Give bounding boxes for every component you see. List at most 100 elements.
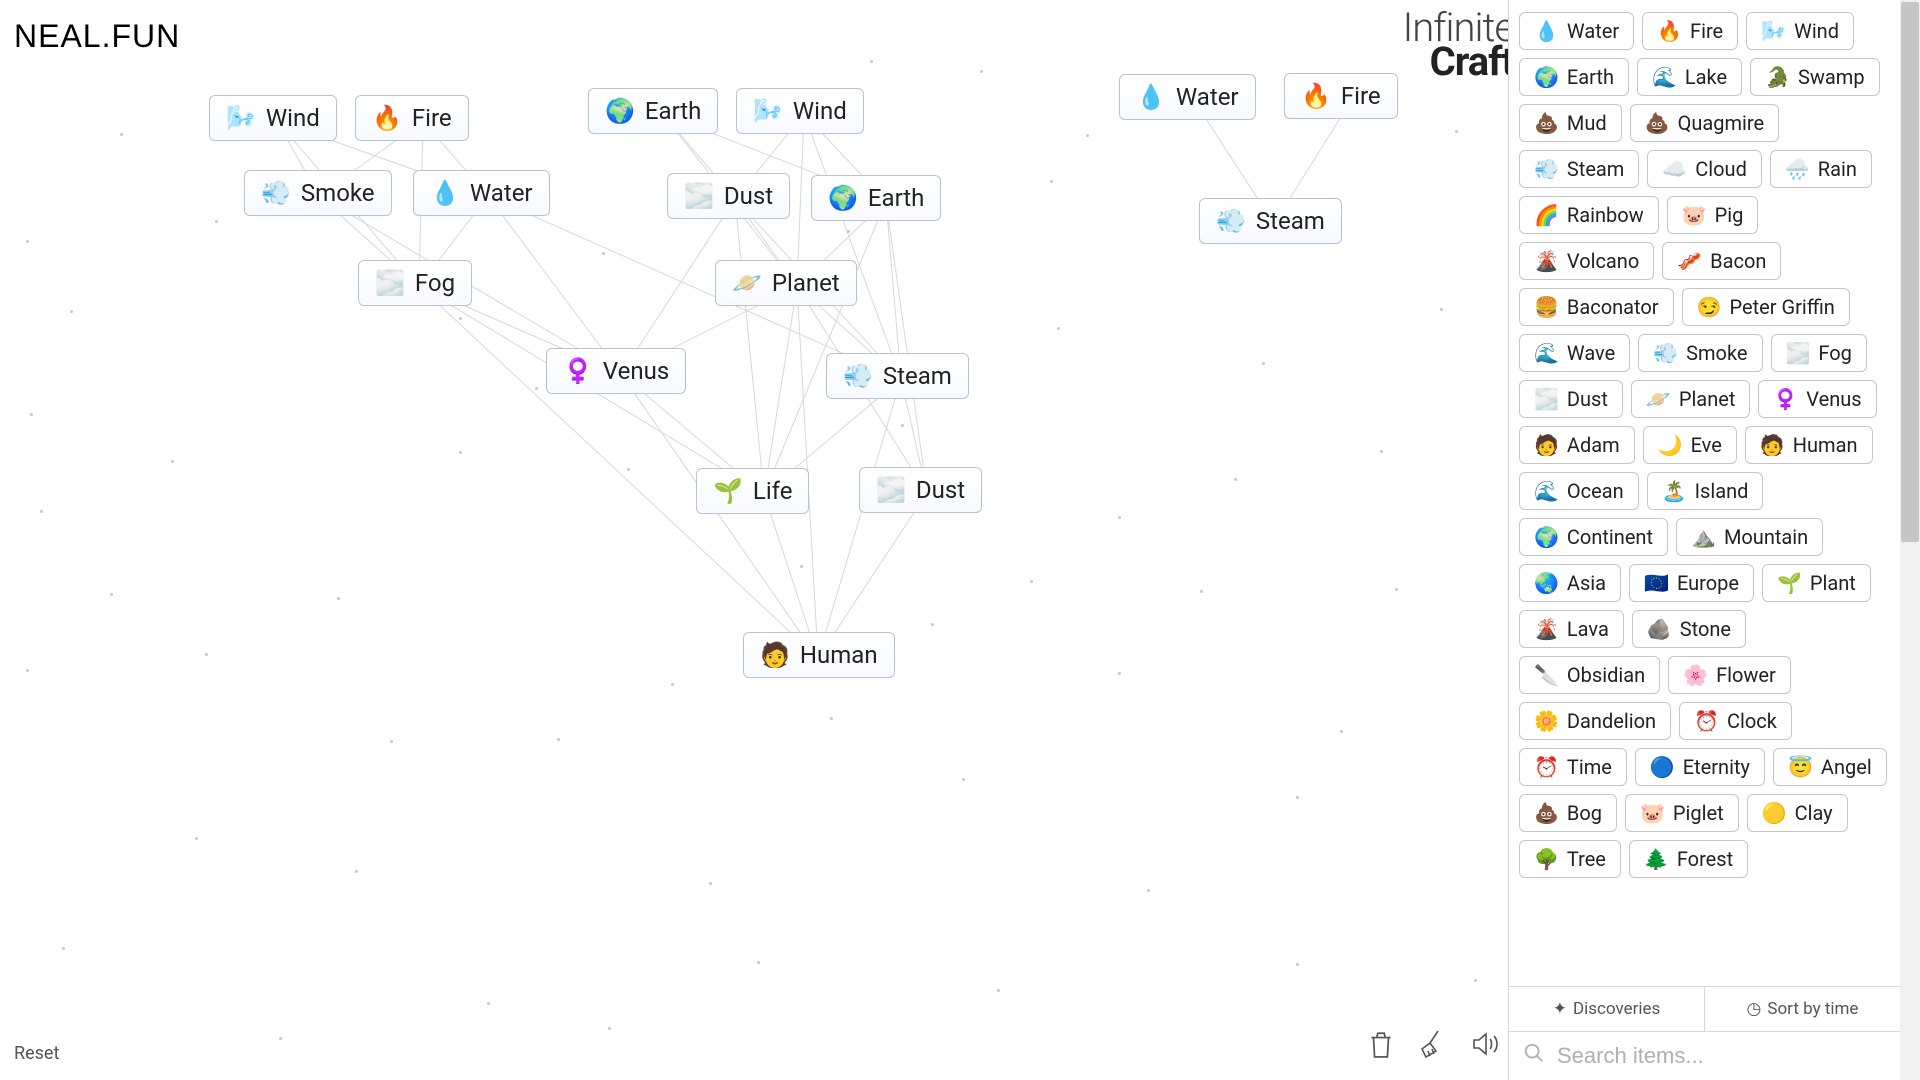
canvas-node-life[interactable]: 🌱Life: [696, 468, 809, 514]
inventory-item-cloud[interactable]: ☁️Cloud: [1647, 150, 1762, 188]
inventory-item-forest[interactable]: 🌲Forest: [1629, 840, 1748, 878]
toolbar: [1368, 1029, 1500, 1066]
inventory-item-quagmire[interactable]: 💩Quagmire: [1630, 104, 1779, 142]
background-dot: [171, 460, 174, 463]
canvas-node-wind[interactable]: 🌬️Wind: [736, 88, 864, 134]
inventory-item-plant[interactable]: 🌱Plant: [1762, 564, 1871, 602]
item-label: Forest: [1677, 847, 1733, 871]
inventory-item-human[interactable]: 🧑Human: [1745, 426, 1873, 464]
node-label: Dust: [916, 476, 965, 504]
item-label: Fog: [1818, 341, 1852, 365]
inventory-item-pig[interactable]: 🐷Pig: [1667, 196, 1759, 234]
inventory-item-bacon[interactable]: 🥓Bacon: [1662, 242, 1781, 280]
background-dot: [26, 240, 29, 243]
item-label: Obsidian: [1567, 663, 1645, 687]
reset-button[interactable]: Reset: [14, 1043, 59, 1064]
inventory-item-adam[interactable]: 🧑Adam: [1519, 426, 1635, 464]
canvas-node-dust[interactable]: 🌫️Dust: [667, 173, 790, 219]
site-logo[interactable]: NEAL.FUN: [14, 18, 180, 55]
background-dot: [608, 1027, 611, 1030]
node-label: Wind: [793, 97, 847, 125]
canvas-node-fire[interactable]: 🔥Fire: [1284, 73, 1398, 119]
inventory-item-dust[interactable]: 🌫️Dust: [1519, 380, 1623, 418]
inventory-item-dandelion[interactable]: 🌼Dandelion: [1519, 702, 1671, 740]
inventory-item-time[interactable]: ⏰Time: [1519, 748, 1627, 786]
sound-icon[interactable]: [1470, 1030, 1500, 1065]
inventory-item-island[interactable]: 🏝️Island: [1647, 472, 1764, 510]
background-dot: [337, 597, 340, 600]
canvas-node-human[interactable]: 🧑Human: [743, 632, 895, 678]
inventory-item-angel[interactable]: 😇Angel: [1773, 748, 1887, 786]
page-scrollbar-thumb[interactable]: [1901, 2, 1919, 542]
item-label: Dandelion: [1567, 709, 1656, 733]
inventory-item-eve[interactable]: 🌙Eve: [1643, 426, 1737, 464]
search-input[interactable]: [1555, 1042, 1886, 1070]
inventory-item-clay[interactable]: 🟡Clay: [1747, 794, 1848, 832]
inventory-item-rain[interactable]: 🌧️Rain: [1770, 150, 1872, 188]
page-scrollbar-track[interactable]: [1900, 0, 1920, 1080]
broom-icon[interactable]: [1418, 1029, 1446, 1066]
inventory-item-continent[interactable]: 🌍Continent: [1519, 518, 1668, 556]
canvas-node-earth[interactable]: 🌍Earth: [588, 88, 718, 134]
item-label: Eve: [1691, 433, 1722, 457]
inventory-item-bog[interactable]: 💩Bog: [1519, 794, 1617, 832]
item-label: Clock: [1727, 709, 1777, 733]
canvas-node-dust[interactable]: 🌫️Dust: [859, 467, 982, 513]
inventory-item-earth[interactable]: 🌍Earth: [1519, 58, 1629, 96]
sort-by-time-button[interactable]: ◷ Sort by time: [1704, 987, 1900, 1031]
inventory-item-eternity[interactable]: 🔵Eternity: [1635, 748, 1765, 786]
inventory-item-wind[interactable]: 🌬️Wind: [1746, 12, 1854, 50]
canvas-node-earth[interactable]: 🌍Earth: [811, 175, 941, 221]
canvas-node-fire[interactable]: 🔥Fire: [355, 95, 469, 141]
inventory-item-fog[interactable]: 🌫️Fog: [1771, 334, 1867, 372]
canvas-node-smoke[interactable]: 💨Smoke: [244, 170, 392, 216]
crafting-canvas[interactable]: 🌬️Wind 🔥Fire 💨Smoke 💧Water 🌫️Fog 🌍Earth 🌬️Wind…: [0, 0, 1508, 1080]
inventory-panel[interactable]: 💧Water🔥Fire🌬️Wind 🌍Earth🌊Lake🐊Swamp 💩Mud💩Q…: [1509, 0, 1900, 986]
background-dot: [459, 451, 462, 454]
inventory-item-volcano[interactable]: 🌋Volcano: [1519, 242, 1654, 280]
canvas-node-steam[interactable]: 💨Steam: [1199, 198, 1342, 244]
background-dot: [901, 424, 904, 427]
europe-icon: 🇪🇺: [1644, 571, 1669, 595]
inventory-item-lake[interactable]: 🌊Lake: [1637, 58, 1742, 96]
inventory-item-rainbow[interactable]: 🌈Rainbow: [1519, 196, 1659, 234]
inventory-item-ocean[interactable]: 🌊Ocean: [1519, 472, 1639, 510]
canvas-node-planet[interactable]: 🪐Planet: [715, 260, 857, 306]
earth-icon: 🌍: [1534, 65, 1559, 89]
inventory-item-stone[interactable]: 🪨Stone: [1632, 610, 1746, 648]
inventory-item-steam[interactable]: 💨Steam: [1519, 150, 1639, 188]
game-title: Infinite Craft: [1403, 8, 1514, 82]
inventory-item-smoke[interactable]: 💨Smoke: [1638, 334, 1762, 372]
inventory-item-fire[interactable]: 🔥Fire: [1642, 12, 1738, 50]
inventory-item-peter-griffin[interactable]: 😏Peter Griffin: [1682, 288, 1850, 326]
inventory-item-baconator[interactable]: 🍔Baconator: [1519, 288, 1674, 326]
inventory-item-planet[interactable]: 🪐Planet: [1631, 380, 1750, 418]
inventory-item-wave[interactable]: 🌊Wave: [1519, 334, 1630, 372]
canvas-node-fog[interactable]: 🌫️Fog: [358, 260, 472, 306]
canvas-node-steam[interactable]: 💨Steam: [826, 353, 969, 399]
inventory-item-mud[interactable]: 💩Mud: [1519, 104, 1622, 142]
trash-icon[interactable]: [1368, 1029, 1394, 1066]
inventory-item-tree[interactable]: 🌳Tree: [1519, 840, 1621, 878]
fire-icon: 🔥: [1657, 19, 1682, 43]
item-label: Time: [1567, 755, 1612, 779]
inventory-item-europe[interactable]: 🇪🇺Europe: [1629, 564, 1754, 602]
earth-icon: 🌍: [828, 184, 858, 212]
canvas-node-venus[interactable]: ♀️Venus: [546, 348, 686, 394]
canvas-node-water[interactable]: 💧Water: [1119, 74, 1256, 120]
inventory-item-swamp[interactable]: 🐊Swamp: [1750, 58, 1879, 96]
inventory-item-venus[interactable]: ♀️Venus: [1758, 380, 1876, 418]
canvas-node-wind[interactable]: 🌬️Wind: [209, 95, 337, 141]
inventory-item-lava[interactable]: 🌋Lava: [1519, 610, 1624, 648]
inventory-item-obsidian[interactable]: 🔪Obsidian: [1519, 656, 1660, 694]
inventory-item-clock[interactable]: ⏰Clock: [1679, 702, 1792, 740]
inventory-item-water[interactable]: 💧Water: [1519, 12, 1634, 50]
inventory-item-asia[interactable]: 🌏Asia: [1519, 564, 1621, 602]
discoveries-button[interactable]: ✦ Discoveries: [1509, 987, 1704, 1031]
inventory-item-piglet[interactable]: 🐷Piglet: [1625, 794, 1739, 832]
inventory-item-mountain[interactable]: ⛰️Mountain: [1676, 518, 1823, 556]
canvas-node-water[interactable]: 💧Water: [413, 170, 550, 216]
background-dot: [535, 387, 538, 390]
background-dot: [30, 413, 33, 416]
inventory-item-flower[interactable]: 🌸Flower: [1668, 656, 1791, 694]
